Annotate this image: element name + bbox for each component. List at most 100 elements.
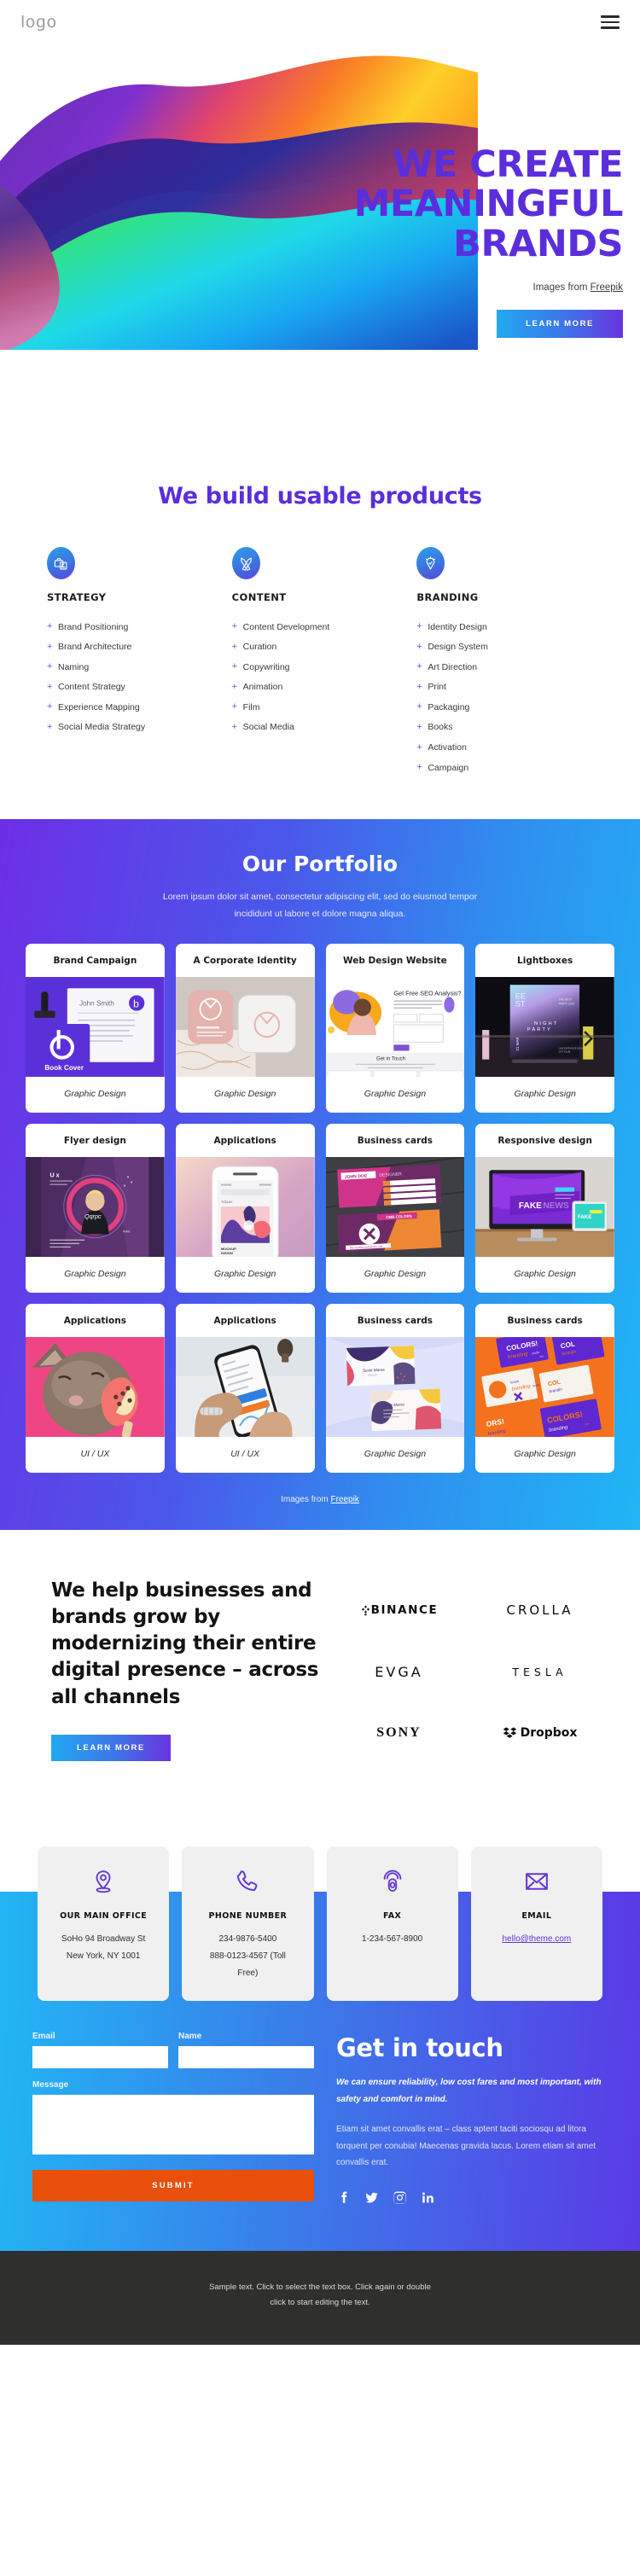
footer-line-2: click to start editing the text. [270,2297,370,2307]
email-link[interactable]: hello@theme.com [503,1934,572,1944]
brand-logo-tesla: TESLA [474,1657,606,1686]
portfolio-card[interactable]: Applications UI / UX [175,1303,315,1473]
service-item[interactable]: Brand Positioning [47,617,224,637]
contact-card-line: New York, NY 1001 [66,1951,141,1962]
portfolio-card-title: A Corporate Identity [193,955,297,966]
email-label: Email [32,2032,55,2042]
hero-image-credit: Images from Freepik [265,282,623,293]
portfolio-card[interactable]: Flyer design Qqrpc U x AWE Graphic Desig… [26,1123,165,1293]
service-item[interactable]: Social Media Strategy [47,718,224,738]
portfolio-card-category: Graphic Design [213,1088,276,1099]
svg-text:Book Cover: Book Cover [44,1064,84,1072]
brand-name: TESLA [512,1665,567,1678]
portfolio-card-category: Graphic Design [364,1268,427,1279]
portfolio-card[interactable]: Business cards Susie Marse Director Susi… [325,1303,465,1473]
portfolio-card-title: Applications [213,1315,276,1326]
email-field-group: Email [32,2032,168,2069]
portfolio-card[interactable]: Applications TODAY MOCKUP DISIGN Graphic… [175,1123,315,1293]
service-item[interactable]: Books [416,718,593,738]
get-in-touch-lead: We can ensure reliability, low cost fare… [336,2078,602,2104]
service-item[interactable]: Identity Design [416,617,593,637]
purple-flyer-ux-thumbnail: Qqrpc U x AWE [26,1156,165,1257]
phone-mockup-design-thumbnail: TODAY MOCKUP DISIGN [175,1156,315,1257]
contact-card-title: FAX [382,1911,402,1922]
hero-credit-prefix: Images from [532,282,591,294]
portfolio-card[interactable]: Lightboxes EE ST THE BEST PARTY 2020 NIG… [475,943,614,1113]
service-item[interactable]: Experience Mapping [47,697,224,718]
imac-fake-news-thumbnail: FAKE NEWS FAKE [475,1156,614,1257]
service-item[interactable]: Activation [416,738,593,759]
contact-card-email: EMAIL hello@theme.com [470,1846,602,2002]
portfolio-card[interactable]: Business cards COLORS! branding studio n… [475,1303,614,1473]
service-list-content: Content Development Curation Copywriting… [232,617,409,738]
contact-card-line: Free) [237,1968,259,1979]
service-item[interactable]: Naming [47,657,224,677]
service-item[interactable]: Campaign [416,758,593,778]
service-item[interactable]: Print [416,677,593,698]
service-list-branding: Identity Design Design System Art Direct… [416,617,593,778]
envelope-icon [480,1864,594,1899]
get-in-touch-section: Email Name Message SUBMIT Get in touch W… [0,2001,640,2251]
about-left-column: We help businesses and brands grow by mo… [0,1578,324,1762]
name-input[interactable] [178,2046,314,2069]
service-item[interactable]: Animation [232,677,409,698]
facebook-icon[interactable] [336,2190,351,2205]
contact-card-title: PHONE NUMBER [208,1911,288,1922]
service-item[interactable]: Copywriting [232,657,409,677]
service-item[interactable]: Content Strategy [47,677,224,698]
submit-button[interactable]: SUBMIT [32,2170,314,2202]
form-row-email-name: Email Name [32,2032,314,2069]
get-in-touch-title: Get in touch [336,2033,503,2063]
brand-name: SONY [376,1725,422,1741]
lightbulb-pin-icon [416,547,445,579]
site-logo[interactable]: logo [20,13,57,32]
portfolio-card[interactable]: Business cards JOHN DOE DESIGNER CMB COL… [325,1123,465,1293]
svg-text:CITY CLUB: CITY CLUB [559,1050,571,1053]
portfolio-card[interactable]: A Corporate Identity Graphic Design [175,943,315,1113]
service-item[interactable]: Brand Architecture [47,637,224,658]
svg-text:AWE: AWE [123,1229,131,1233]
portfolio-credit-prefix: Images from [281,1494,331,1504]
contact-card-body: hello@theme.com [480,1931,594,1948]
service-item[interactable]: Film [232,697,409,718]
message-textarea[interactable] [32,2095,314,2155]
brand-logo-crolla: CROLLA [474,1596,606,1625]
hamburger-menu-icon[interactable] [601,15,620,29]
about-learn-more-button[interactable]: LEARN MORE [51,1735,171,1762]
portfolio-card-title: Business cards [357,1135,433,1146]
email-input[interactable] [32,2046,168,2069]
service-item[interactable]: Packaging [416,697,593,718]
svg-text:Qqrpc: Qqrpc [84,1213,102,1220]
service-item[interactable]: Curation [232,637,409,658]
service-heading: BRANDING [416,591,479,603]
twitter-icon[interactable] [364,2190,379,2205]
contact-card-line: 888-0123-4567 (Toll [209,1951,286,1962]
svg-text:Get in Touch: Get in Touch [375,1055,404,1061]
portfolio-section: Our Portfolio Lorem ipsum dolor sit amet… [0,818,640,1530]
svg-text:Susie Marse: Susie Marse [382,1402,404,1407]
svg-text:John Smith: John Smith [79,999,114,1007]
name-field-group: Name [178,2032,314,2069]
service-item[interactable]: Social Media [232,718,409,738]
service-item[interactable]: Design System [416,637,593,658]
portfolio-card[interactable]: Brand Campaign John Smith b Book Cover G… [26,943,165,1113]
linkedin-icon[interactable] [421,2190,435,2205]
freepik-link[interactable]: Freepik [591,282,623,293]
freepik-link[interactable]: Freepik [331,1495,359,1504]
svg-text:ST: ST [515,999,526,1008]
social-links [336,2190,608,2205]
service-item[interactable]: Art Direction [416,657,593,677]
service-list-strategy: Brand Positioning Brand Architecture Nam… [47,617,224,738]
portfolio-card[interactable]: Web Design Website Get Free SEO Analysis… [325,943,465,1113]
portfolio-card-category: UI / UX [80,1448,110,1459]
service-item[interactable]: Content Development [232,617,409,637]
brand-campaign-stationery-thumbnail: John Smith b Book Cover [26,976,165,1077]
instagram-icon[interactable] [393,2190,407,2205]
portfolio-card[interactable]: Applications UI / UX [26,1303,165,1473]
service-column-branding: BRANDING Identity Design Design System A… [416,547,593,778]
portfolio-card[interactable]: Responsive design FAKE NEWS FAKE Graphic… [475,1123,614,1293]
pastel-business-cards-thumbnail: Susie Marse Director Susie Marse [325,1336,465,1437]
hands-holding-phone-thumbnail [175,1336,315,1437]
hero-learn-more-button[interactable]: LEARN MORE [497,310,623,339]
services-title: We build usable products [158,483,482,509]
